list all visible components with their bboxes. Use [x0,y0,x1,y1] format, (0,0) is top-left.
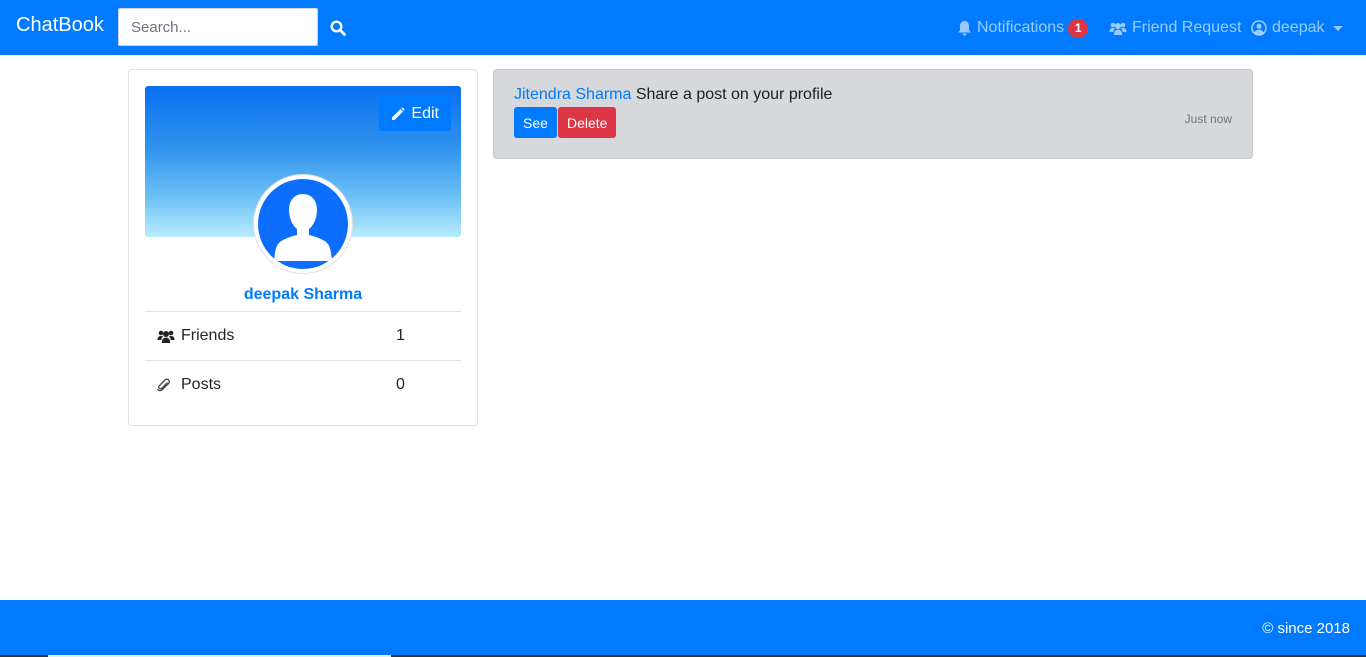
stat-label: Posts [181,376,222,393]
user-circle-icon [1251,20,1267,36]
pencil-icon [392,106,406,120]
avatar-silhouette [258,179,348,269]
brand-logo[interactable]: ChatBook [16,14,104,37]
notification-message: Share a post on your profile [631,86,833,103]
stat-row-friends[interactable]: Friends 1 [145,311,461,360]
notification-timestamp: Just now [1184,112,1232,126]
friend-request-label: Friend Request [1132,19,1242,36]
bell-icon [958,21,971,36]
delete-button[interactable]: Delete [558,107,617,138]
notification-actor-link[interactable]: Jitendra Sharma [514,86,631,103]
profile-name[interactable]: deepak Sharma [129,286,477,304]
search-button[interactable] [324,14,352,42]
nav-notifications[interactable]: Notifications 1 [957,17,1089,39]
profile-card: Edit deepak Sharma Friends 1 Posts 0 [128,69,478,426]
stat-value: 1 [396,327,405,344]
notification-text: Jitendra Sharma Share a post on your pro… [514,86,832,104]
stat-value: 0 [396,376,405,393]
chevron-down-icon [1332,25,1343,31]
users-icon [157,329,181,344]
stat-label: Friends [181,327,235,344]
edit-cover-button[interactable]: Edit [379,96,451,131]
user-silhouette-icon [274,194,332,261]
copyright-text: © since 2018 [1262,620,1350,637]
footer: © since 2018 [0,600,1366,657]
user-menu-dropdown[interactable]: deepak [1251,17,1343,39]
paperclip-icon [157,378,181,393]
users-icon [1109,22,1127,35]
username-label: deepak [1272,19,1325,36]
notifications-label: Notifications [977,19,1065,36]
edit-label: Edit [411,104,439,122]
nav-friend-request[interactable]: Friend Request [1109,17,1241,39]
search-icon [330,20,346,36]
stat-row-posts[interactable]: Posts 0 [145,360,461,409]
search-input[interactable] [118,8,318,46]
notification-card: Jitendra Sharma Share a post on your pro… [493,69,1253,159]
see-button[interactable]: See [514,107,557,138]
top-navbar: ChatBook Notifications 1 Friend Request [0,0,1366,55]
notifications-count-badge: 1 [1068,18,1089,38]
avatar[interactable] [253,174,353,274]
